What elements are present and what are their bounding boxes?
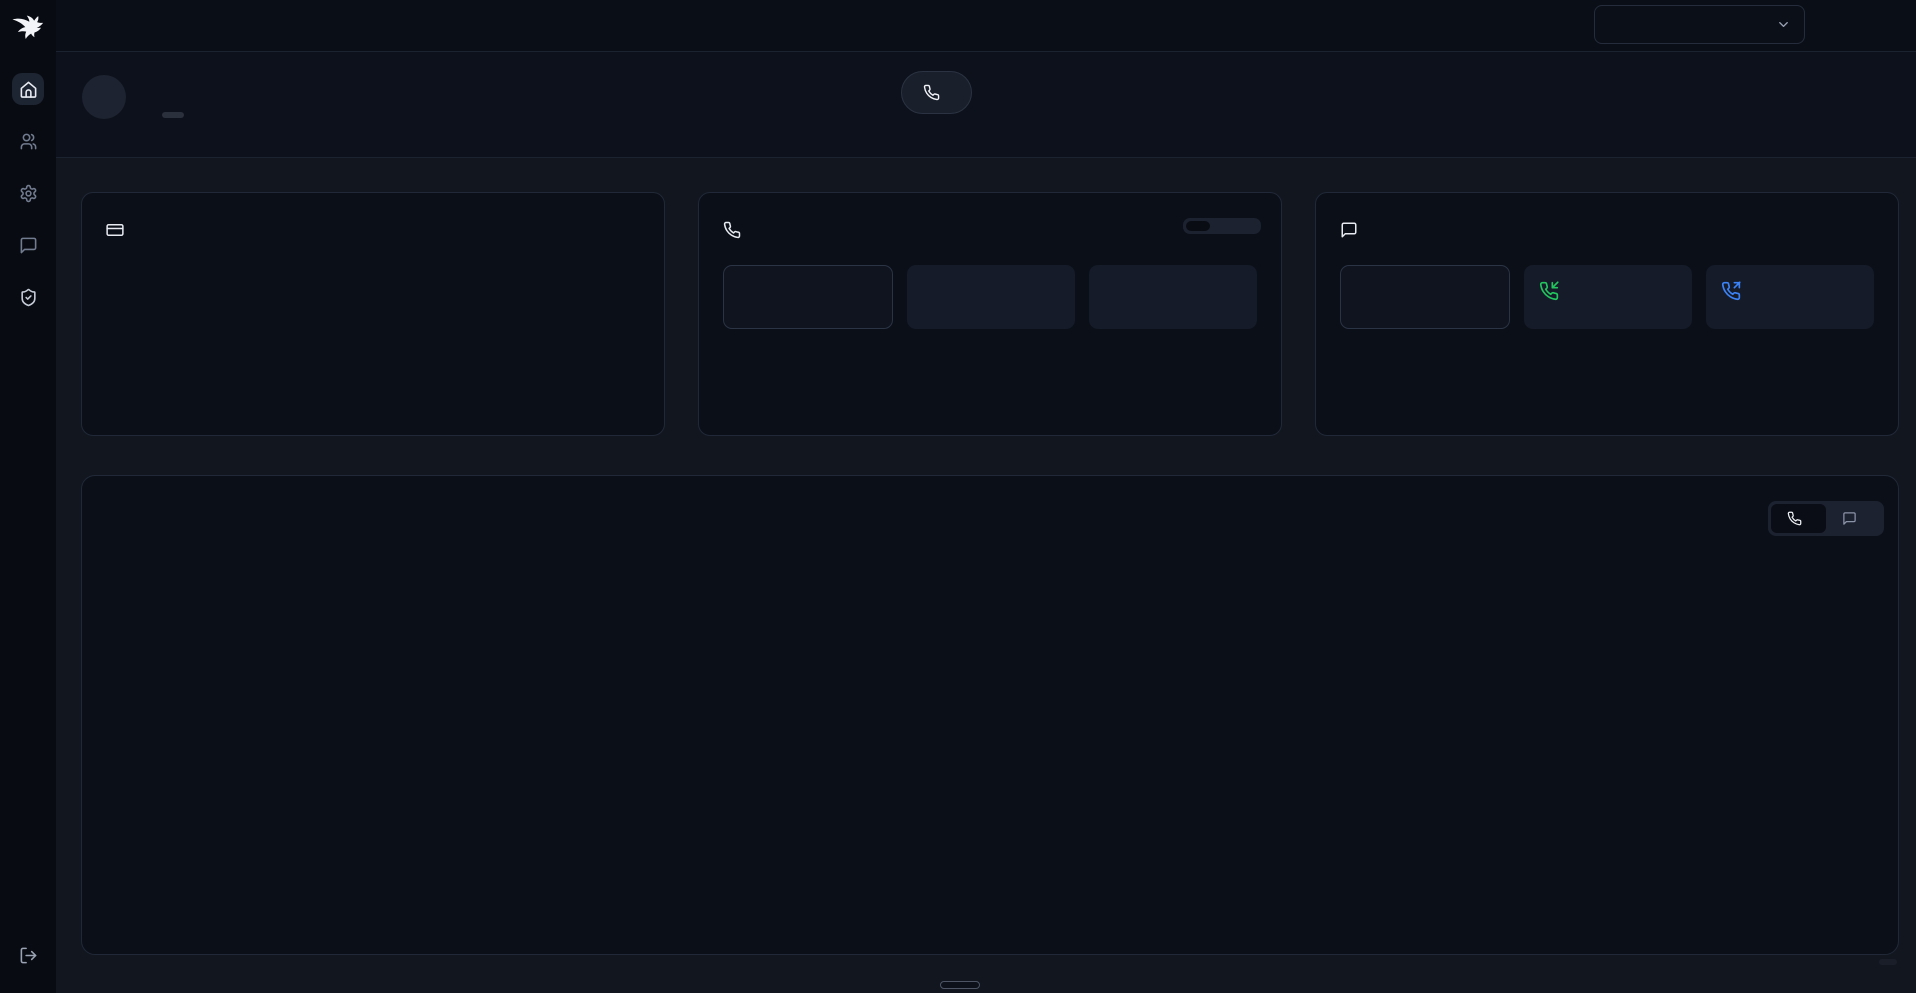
stat-total-calls <box>723 265 893 329</box>
chevron-down-icon <box>1776 17 1791 32</box>
call-analytics-tab-group <box>1183 218 1261 234</box>
chart-canvas[interactable] <box>127 571 1867 939</box>
hummingbird-logo <box>9 9 47 49</box>
tab-analytics-messages[interactable] <box>1826 504 1881 533</box>
stat-outbound <box>1706 265 1874 329</box>
sidebar <box>0 0 56 993</box>
tab-duration[interactable] <box>1210 221 1234 231</box>
topbar <box>56 0 1916 52</box>
phone-icon <box>923 84 940 101</box>
stats-cards-row <box>56 192 1916 436</box>
logout-icon <box>19 946 38 965</box>
stat-successful <box>907 265 1075 329</box>
stat-total-messages <box>1340 265 1510 329</box>
sidebar-item-home[interactable] <box>12 73 44 105</box>
activity-chart[interactable] <box>127 571 1867 939</box>
message-square-icon <box>1340 221 1358 239</box>
tab-credits[interactable] <box>1234 221 1258 231</box>
sidebar-item-settings[interactable] <box>12 177 44 209</box>
sidebar-item-security[interactable] <box>12 281 44 313</box>
horizontal-scrollbar-handle[interactable] <box>940 981 980 989</box>
message-analytics-card <box>1315 192 1899 436</box>
tab-calls[interactable] <box>1186 221 1210 231</box>
users-icon <box>19 132 38 151</box>
analytics-tab-group <box>1768 501 1884 536</box>
stat-inbound <box>1524 265 1692 329</box>
user-header <box>56 52 1916 158</box>
avatar[interactable] <box>82 75 126 119</box>
home-icon <box>19 80 38 99</box>
stat-success-rate <box>1089 265 1257 329</box>
phone-icon <box>1787 511 1802 526</box>
phone-outgoing-icon <box>1721 281 1741 306</box>
shield-check-icon <box>19 288 38 307</box>
phone-incoming-icon <box>1539 281 1559 306</box>
messages-icon <box>19 236 38 255</box>
version-badge <box>1879 959 1897 965</box>
credit-card-icon <box>106 221 124 239</box>
agent-selector-dropdown[interactable] <box>1594 5 1805 44</box>
call-analytics-card <box>698 192 1282 436</box>
role-badge <box>162 112 184 118</box>
sidebar-item-users[interactable] <box>12 125 44 157</box>
logout-button[interactable] <box>12 939 44 971</box>
analytics-overview-card <box>81 475 1899 955</box>
settings-icon <box>19 184 38 203</box>
sidebar-nav <box>12 73 44 313</box>
credits-overview-card <box>81 192 665 436</box>
phone-icon <box>723 221 741 239</box>
message-square-icon <box>1842 511 1857 526</box>
tab-analytics-calls[interactable] <box>1771 504 1826 533</box>
agent-button[interactable] <box>901 71 972 114</box>
user-meta <box>144 112 184 118</box>
sidebar-item-messages[interactable] <box>12 229 44 261</box>
